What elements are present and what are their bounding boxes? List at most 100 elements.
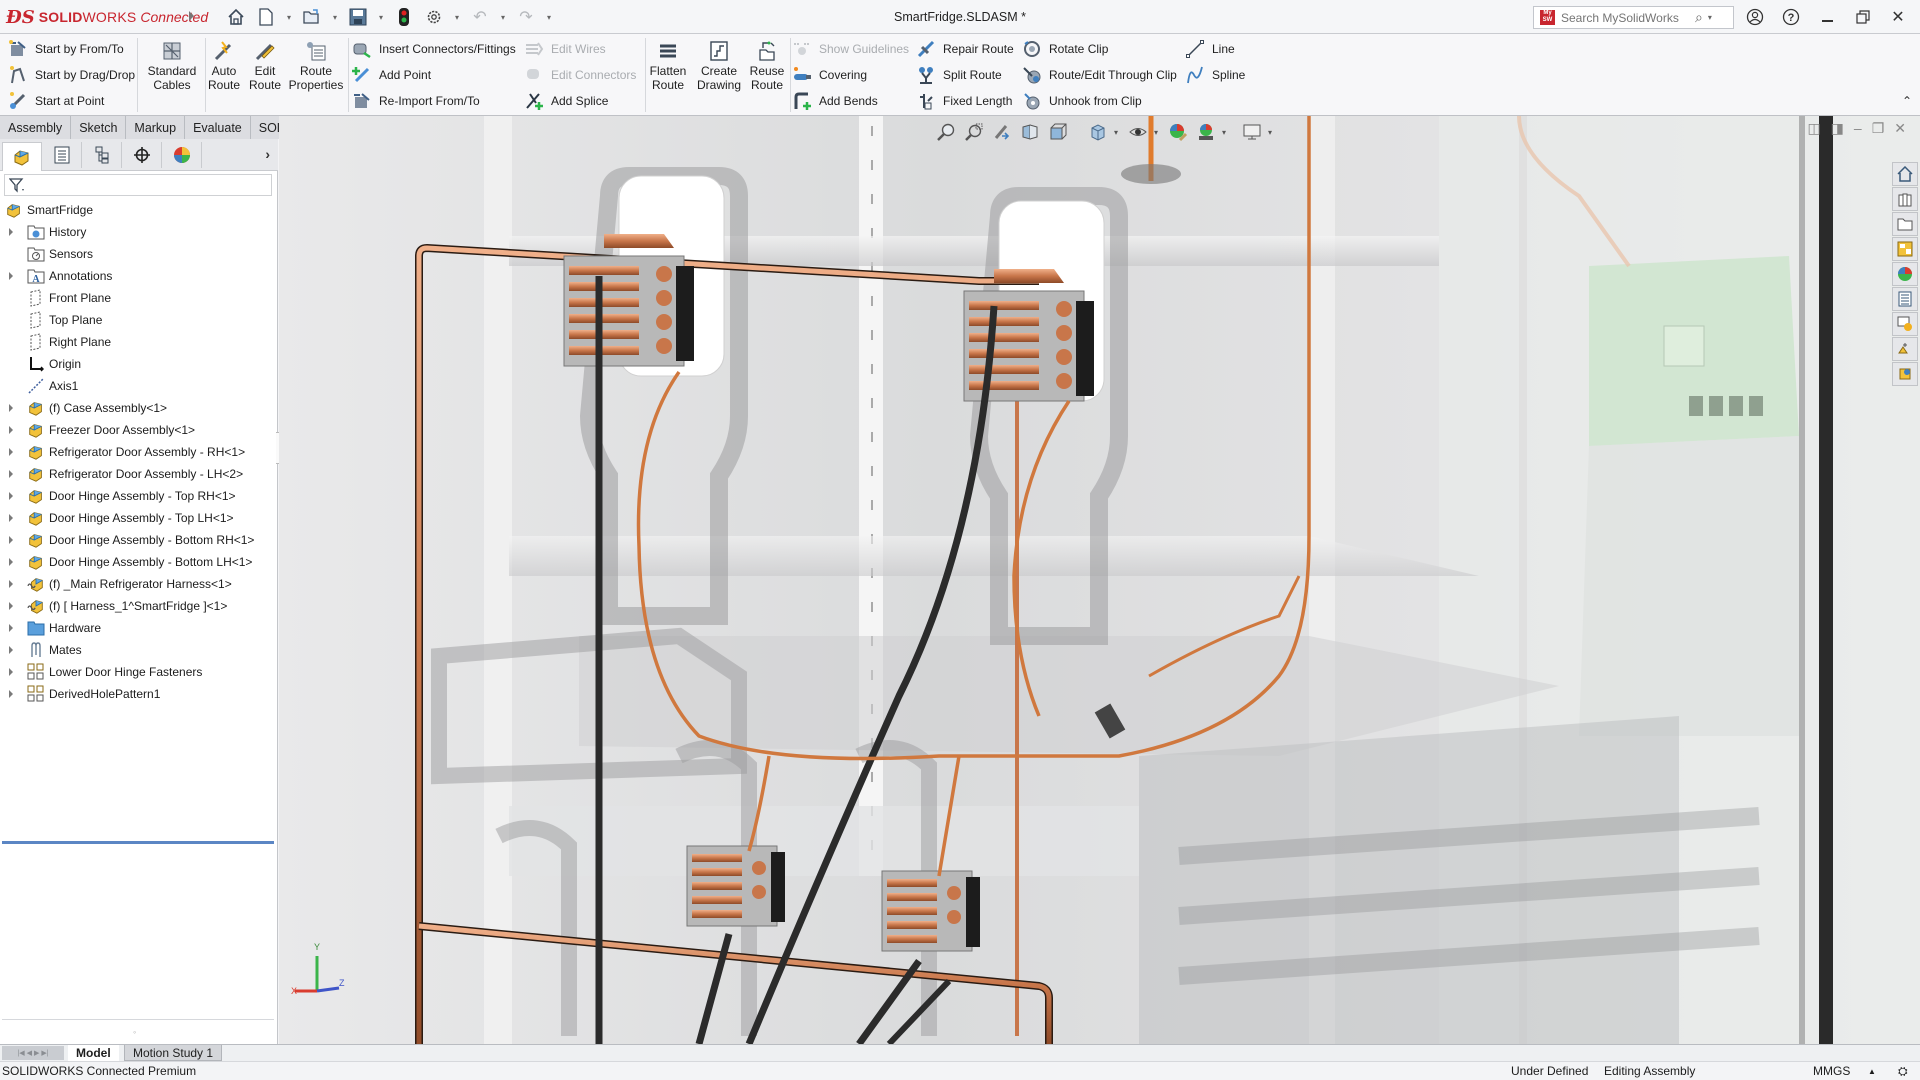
- view-palette-tab[interactable]: [1892, 237, 1918, 261]
- repair-route-button[interactable]: Repair Route: [916, 38, 1014, 60]
- options-button[interactable]: [422, 6, 446, 28]
- electrical-tab[interactable]: [1892, 337, 1918, 361]
- expand-arrow-icon[interactable]: [9, 558, 13, 566]
- re-import-from-to-button[interactable]: Re-Import From/To: [352, 90, 480, 112]
- collapse-ribbon-icon[interactable]: ⌃: [1902, 94, 1912, 108]
- first-tab-icon[interactable]: |◀: [17, 1049, 24, 1057]
- pane-resize-grip-icon[interactable]: ◦: [133, 1027, 136, 1037]
- edit-wires-button[interactable]: Edit Wires: [524, 38, 606, 60]
- expand-arrow-icon[interactable]: [9, 690, 13, 698]
- zoom-to-area-button[interactable]: [962, 121, 986, 143]
- property-manager-tab[interactable]: [42, 142, 82, 168]
- appearances-tab[interactable]: [1892, 262, 1918, 286]
- display-manager-tab[interactable]: [162, 142, 202, 168]
- unit-system[interactable]: MMGS: [1813, 1064, 1850, 1078]
- tree-item[interactable]: Right Plane: [0, 331, 276, 353]
- spline-button[interactable]: Spline: [1185, 64, 1245, 86]
- minimize-button[interactable]: [1815, 6, 1839, 28]
- expand-arrow-icon[interactable]: [9, 624, 13, 632]
- split-view-right-icon[interactable]: ◨: [1831, 120, 1844, 137]
- feature-manager-tab[interactable]: [2, 142, 42, 171]
- options-dropdown-icon[interactable]: ▾: [452, 13, 462, 22]
- solidworks-resources-tab[interactable]: [1892, 162, 1918, 186]
- dimxpert-manager-tab[interactable]: [122, 142, 162, 168]
- reuse-route-button[interactable]: Reuse Route: [750, 40, 784, 92]
- search-dropdown-icon[interactable]: ▾: [1708, 13, 1712, 22]
- rotate-clip-button[interactable]: Rotate Clip: [1022, 38, 1108, 60]
- fridge-assembly-model[interactable]: [279, 116, 1920, 1044]
- redo-button[interactable]: ↷: [514, 6, 538, 28]
- tree-item[interactable]: Top Plane: [0, 309, 276, 331]
- display-style-button[interactable]: [1126, 121, 1150, 143]
- show-guidelines-button[interactable]: Show Guidelines: [792, 38, 909, 60]
- tree-item[interactable]: Lower Door Hinge Fasteners: [0, 661, 276, 683]
- file-explorer-tab[interactable]: [1892, 212, 1918, 236]
- tab-markup[interactable]: Markup: [126, 116, 186, 139]
- display-style-dropdown-icon[interactable]: ▾: [1154, 128, 1162, 137]
- tree-item[interactable]: (f) _Main Refrigerator Harness<1>: [0, 573, 276, 595]
- tree-item[interactable]: Door Hinge Assembly - Bottom LH<1>: [0, 551, 276, 573]
- add-splice-button[interactable]: Add Splice: [524, 90, 608, 112]
- menu-expand-arrow-icon[interactable]: [189, 11, 194, 21]
- tree-item[interactable]: Refrigerator Door Assembly - RH<1>: [0, 441, 276, 463]
- tab-motion-study[interactable]: Motion Study 1: [124, 1045, 223, 1061]
- split-route-button[interactable]: Split Route: [916, 64, 1002, 86]
- tree-item[interactable]: (f) [ Harness_1^SmartFridge ]<1>: [0, 595, 276, 617]
- expand-arrow-icon[interactable]: [9, 404, 13, 412]
- tree-item[interactable]: A Annotations: [0, 265, 276, 287]
- home-button[interactable]: [224, 6, 248, 28]
- rebuild-status-icon[interactable]: ⛭: [1898, 1064, 1908, 1079]
- viewport-minimize-icon[interactable]: –: [1854, 120, 1862, 137]
- close-button[interactable]: ✕: [1886, 6, 1910, 28]
- search-box[interactable]: MySW ⌕ ▾: [1533, 6, 1734, 29]
- expand-arrow-icon[interactable]: [9, 646, 13, 654]
- search-icon[interactable]: ⌕: [1695, 9, 1703, 26]
- tree-item[interactable]: Door Hinge Assembly - Bottom RH<1>: [0, 529, 276, 551]
- tree-item[interactable]: Mates: [0, 639, 276, 661]
- edit-connectors-button[interactable]: Edit Connectors: [524, 64, 636, 86]
- expand-arrow-icon[interactable]: [9, 536, 13, 544]
- last-tab-icon[interactable]: ▶|: [41, 1049, 48, 1057]
- dynamic-annotation-button[interactable]: [1046, 121, 1070, 143]
- section-view-button[interactable]: [1018, 121, 1042, 143]
- account-button[interactable]: [1743, 6, 1767, 28]
- tree-filter-box[interactable]: [4, 174, 272, 196]
- tree-item[interactable]: Axis1: [0, 375, 276, 397]
- route-properties-button[interactable]: Route Properties: [289, 40, 343, 92]
- tree-item[interactable]: (f) Case Assembly<1>: [0, 397, 276, 419]
- custom-properties-tab[interactable]: [1892, 287, 1918, 311]
- solidworks-logo[interactable]: ƉS SOLID WORKS Connected: [6, 6, 208, 28]
- line-button[interactable]: Line: [1185, 38, 1235, 60]
- expand-arrow-icon[interactable]: [9, 470, 13, 478]
- add-bends-button[interactable]: Add Bends: [792, 90, 878, 112]
- search-input[interactable]: [1561, 10, 1689, 25]
- next-tab-icon[interactable]: ▶: [34, 1049, 39, 1057]
- start-by-from-to-button[interactable]: Start by From/To: [8, 38, 124, 60]
- tab-sketch[interactable]: Sketch: [71, 116, 127, 139]
- expand-arrow-icon[interactable]: [9, 492, 13, 500]
- save-button[interactable]: [346, 6, 370, 28]
- routing-library-tab[interactable]: [1892, 362, 1918, 386]
- rollback-bar[interactable]: [2, 841, 274, 844]
- tree-item[interactable]: Sensors: [0, 243, 276, 265]
- new-dropdown-icon[interactable]: ▾: [284, 13, 294, 22]
- tree-item[interactable]: DerivedHolePattern1: [0, 683, 276, 705]
- tree-item[interactable]: Freezer Door Assembly<1>: [0, 419, 276, 441]
- graphics-area[interactable]: ▾ ▾ ▾ ▾ ◫ ◨ – ❐ ✕ Y X Z: [279, 116, 1920, 1044]
- view-orientation-button[interactable]: [1086, 121, 1110, 143]
- tree-root-item[interactable]: SmartFridge: [0, 199, 276, 221]
- viewport-restore-icon[interactable]: ❐: [1872, 120, 1885, 137]
- redo-dropdown-icon[interactable]: ▾: [544, 13, 554, 22]
- more-tabs-chevron-icon[interactable]: ›: [265, 146, 270, 162]
- flatten-route-button[interactable]: Flatten Route: [648, 40, 688, 92]
- expand-arrow-icon[interactable]: [9, 426, 13, 434]
- undo-dropdown-icon[interactable]: ▾: [498, 13, 508, 22]
- expand-arrow-icon[interactable]: [9, 272, 13, 280]
- auto-route-button[interactable]: Auto Route: [207, 40, 241, 92]
- help-button[interactable]: ?: [1779, 6, 1803, 28]
- expand-arrow-icon[interactable]: [9, 448, 13, 456]
- rebuild-button[interactable]: [392, 6, 416, 28]
- tree-item[interactable]: Door Hinge Assembly - Top RH<1>: [0, 485, 276, 507]
- standard-cables-button[interactable]: Standard Cables: [146, 40, 198, 92]
- restore-button[interactable]: [1851, 6, 1875, 28]
